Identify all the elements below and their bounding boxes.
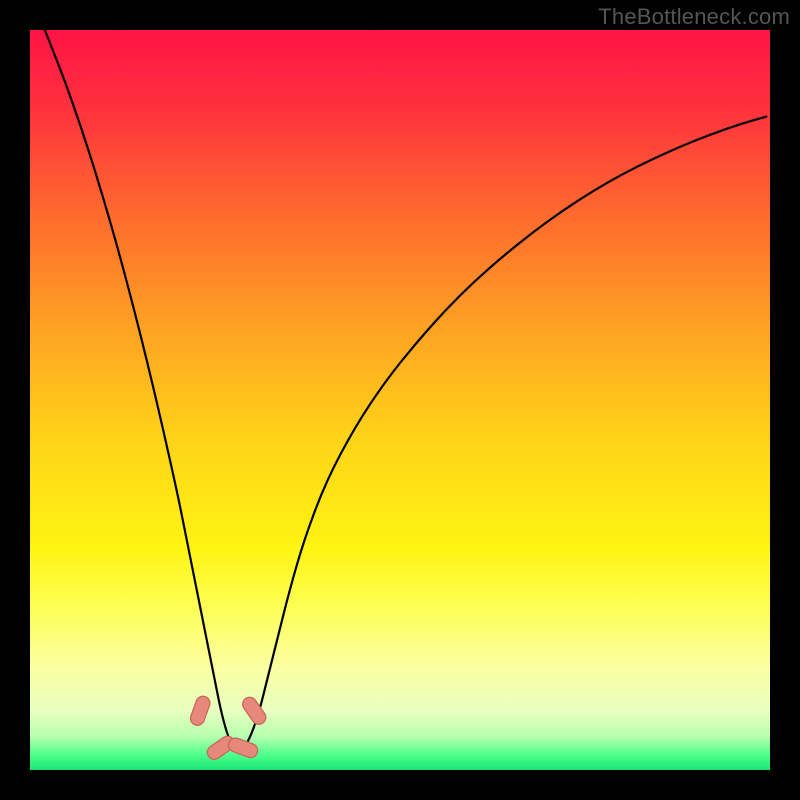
bottleneck-chart xyxy=(30,30,770,770)
chart-frame: TheBottleneck.com xyxy=(0,0,800,800)
watermark-label: TheBottleneck.com xyxy=(598,4,790,30)
plot-area xyxy=(30,30,770,770)
gradient-background xyxy=(30,30,770,770)
